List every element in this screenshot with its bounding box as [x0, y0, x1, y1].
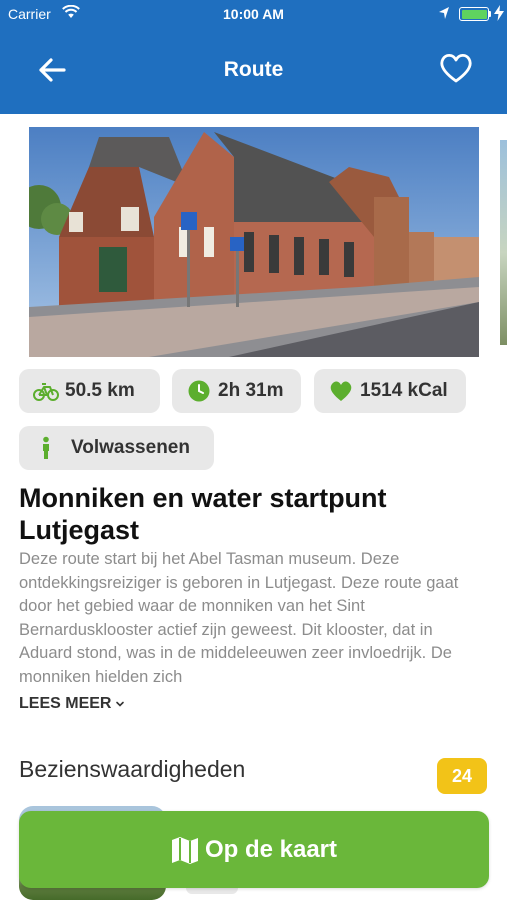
page-title: Route: [223, 58, 284, 81]
chevron-down-icon: [116, 701, 125, 707]
audience-value: Volwassenen: [71, 437, 190, 458]
duration-chip: 2h 31m: [172, 369, 301, 413]
sights-count-badge: 24: [437, 758, 487, 794]
bicycle-icon: [33, 383, 59, 401]
person-icon: [43, 436, 49, 459]
status-bar: Carrier 10:00 AM: [0, 0, 507, 28]
battery-icon: [459, 7, 489, 21]
sights-section-title: Bezienswaardigheden: [19, 756, 246, 782]
distance-value: 50.5 km: [65, 380, 135, 401]
route-title: Monniken en water startpunt Lutjegast: [19, 483, 387, 545]
map-icon: [171, 836, 198, 864]
charging-bolt-icon: [494, 5, 504, 21]
read-more-button[interactable]: LEES MEER: [19, 695, 125, 713]
duration-value: 2h 31m: [218, 380, 284, 401]
open-map-label: Op de kaart: [204, 835, 338, 863]
navigation-bar: Route: [0, 28, 507, 114]
calories-value: 1514 kCal: [360, 380, 448, 401]
clock-icon: [188, 380, 210, 402]
route-description: Deze route start bij het Abel Tasman mus…: [19, 550, 459, 686]
heart-icon: [330, 381, 352, 401]
status-time: 10:00 AM: [223, 6, 284, 22]
audience-chip: Volwassenen: [19, 426, 214, 470]
read-more-label: LEES MEER: [19, 695, 112, 712]
location-arrow-icon: [439, 7, 449, 19]
open-map-button[interactable]: Op de kaart: [19, 811, 489, 888]
calories-chip: 1514 kCal: [314, 369, 466, 413]
route-hero-image[interactable]: [29, 127, 479, 357]
street-photo: [29, 127, 479, 357]
battery-tip: [489, 11, 491, 17]
next-image-peek[interactable]: [500, 140, 507, 345]
heart-outline-icon[interactable]: [438, 50, 474, 86]
distance-chip: 50.5 km: [19, 369, 160, 413]
